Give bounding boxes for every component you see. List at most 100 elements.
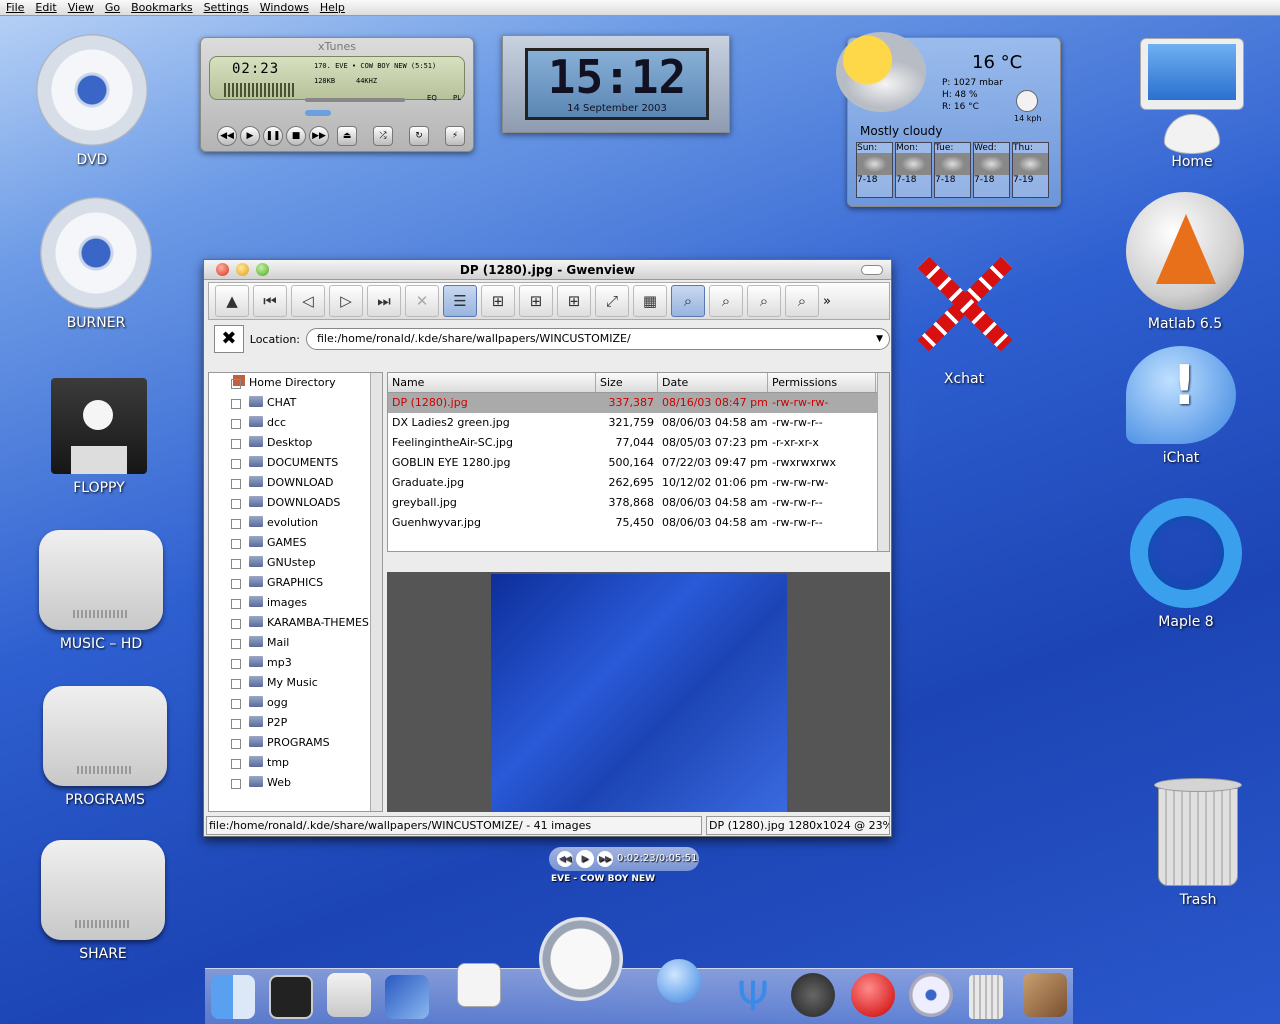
tree-item[interactable]: My Music <box>209 673 382 693</box>
desktop-icon-home[interactable]: Home <box>1122 38 1262 170</box>
previous-image-button[interactable]: ◁ <box>291 285 325 317</box>
tree-item[interactable]: tmp <box>209 753 382 773</box>
home-house-icon[interactable] <box>327 973 371 1017</box>
prev-button[interactable]: ◀◀ <box>217 126 237 146</box>
desktop-icon-xchat[interactable]: Xchat <box>894 245 1034 387</box>
itunes-icon[interactable] <box>909 973 953 1017</box>
repeat-button[interactable]: ↻ <box>409 126 429 146</box>
table-row[interactable]: greyball.jpg 378,868 08/06/03 04:58 am -rw-… <box>388 493 889 513</box>
tree-item[interactable]: Mail <box>209 633 382 653</box>
tree-item[interactable]: PROGRAMS <box>209 733 382 753</box>
volume-slider[interactable] <box>305 98 405 102</box>
opera-icon[interactable] <box>851 973 895 1017</box>
helmet-icon[interactable] <box>791 973 835 1017</box>
eq-toggle[interactable]: EQ <box>427 94 437 102</box>
small-thumbnails-button[interactable]: ⊞ <box>481 285 515 317</box>
terminal-icon[interactable] <box>269 975 313 1019</box>
play-icon[interactable]: ▶ <box>576 850 594 868</box>
menu-file[interactable]: File <box>6 1 24 14</box>
first-image-button[interactable]: ⏮ <box>253 285 287 317</box>
desktop-icon-dvd[interactable]: DVD <box>22 34 162 168</box>
table-row[interactable]: FeelingintheAir-SC.jpg 77,044 08/05/03 07:… <box>388 433 889 453</box>
desktop-icon-music-hd[interactable]: MUSIC – HD <box>31 530 171 652</box>
column-permissions[interactable]: Permissions <box>768 373 876 392</box>
tree-item[interactable]: GRAPHICS <box>209 573 382 593</box>
stop-button[interactable]: ✕ <box>405 285 439 317</box>
menu-windows[interactable]: Windows <box>260 1 309 14</box>
compass-icon[interactable] <box>539 917 623 1001</box>
chat-bubble-icon[interactable] <box>657 959 701 1003</box>
drawing-app-icon[interactable] <box>385 975 429 1019</box>
zoom-in-button[interactable]: ⌕ <box>709 285 743 317</box>
slideshow-button[interactable]: ▦ <box>633 285 667 317</box>
image-preview[interactable] <box>387 572 890 812</box>
tree-item[interactable]: P2P <box>209 713 382 733</box>
seek-slider[interactable] <box>305 110 331 116</box>
tree-item[interactable]: KARAMBA-THEMES <box>209 613 382 633</box>
tree-item[interactable]: ogg <box>209 693 382 713</box>
menu-help[interactable]: Help <box>320 1 345 14</box>
pause-button[interactable]: ❚❚ <box>263 126 283 146</box>
next-button[interactable]: ▶▶ <box>309 126 329 146</box>
location-input[interactable]: file:/home/ronald/.kde/share/wallpapers/… <box>306 328 890 350</box>
next-image-button[interactable]: ▷ <box>329 285 363 317</box>
eject-button[interactable]: ⏏ <box>337 126 357 146</box>
chevron-down-icon[interactable]: ▼ <box>876 329 883 349</box>
tree-item[interactable]: GAMES <box>209 533 382 553</box>
minimize-window-button[interactable] <box>236 263 249 276</box>
desktop-icon-share[interactable]: SHARE <box>33 840 173 962</box>
tree-item[interactable]: dcc <box>209 413 382 433</box>
zoom-window-button[interactable] <box>256 263 269 276</box>
tree-item-home[interactable]: Home Directory <box>209 373 382 393</box>
desktop-icon-trash[interactable]: Trash <box>1128 768 1268 908</box>
prev-icon[interactable]: ◀◀ <box>557 851 573 867</box>
actual-size-button[interactable]: ⌕ <box>785 285 819 317</box>
tree-item[interactable]: GNUstep <box>209 553 382 573</box>
details-view-button[interactable]: ☰ <box>443 285 477 317</box>
large-thumbnails-button[interactable]: ⊞ <box>557 285 591 317</box>
window-titlebar[interactable]: DP (1280).jpg - Gwenview <box>204 260 891 280</box>
toolbar-overflow-button[interactable]: » <box>823 294 831 309</box>
menu-view[interactable]: View <box>68 1 94 14</box>
shuffle-button[interactable]: ⤮ <box>373 126 393 146</box>
tree-item[interactable]: CHAT <box>209 393 382 413</box>
tree-item[interactable]: DOWNLOAD <box>209 473 382 493</box>
power-button[interactable]: ⚡ <box>445 126 465 146</box>
last-image-button[interactable]: ⏭ <box>367 285 401 317</box>
desktop-icon-ichat[interactable]: ! iChat <box>1111 346 1251 466</box>
table-row[interactable]: Guenhwyvar.jpg 75,450 08/06/03 04:58 am -rw… <box>388 513 889 533</box>
desktop-icon-programs[interactable]: PROGRAMS <box>35 686 175 808</box>
play-button[interactable]: ▶ <box>240 126 260 146</box>
column-size[interactable]: Size <box>596 373 658 392</box>
zoom-out-button[interactable]: ⌕ <box>747 285 781 317</box>
table-row[interactable]: DX Ladies2 green.jpg 321,759 08/06/03 04:5… <box>388 413 889 433</box>
menu-edit[interactable]: Edit <box>35 1 56 14</box>
column-date[interactable]: Date <box>658 373 768 392</box>
stop-button[interactable]: ■ <box>286 126 306 146</box>
tree-item[interactable]: Web <box>209 773 382 793</box>
go-up-button[interactable]: ▲ <box>215 285 249 317</box>
clear-location-icon[interactable]: ✖ <box>214 325 244 353</box>
desktop-icon-floppy[interactable]: FLOPPY <box>29 378 169 496</box>
tree-scrollbar[interactable] <box>370 373 382 811</box>
tree-item[interactable]: DOCUMENTS <box>209 453 382 473</box>
finder-icon[interactable] <box>211 975 255 1019</box>
toolbar-toggle-button[interactable] <box>861 265 883 275</box>
next-icon[interactable]: ▶▶ <box>597 851 613 867</box>
desktop-icon-maple[interactable]: Maple 8 <box>1116 498 1256 630</box>
dock-trash-icon[interactable] <box>969 975 1003 1019</box>
penguin-stamp-icon[interactable] <box>457 963 501 1007</box>
tree-item[interactable]: evolution <box>209 513 382 533</box>
menu-settings[interactable]: Settings <box>204 1 249 14</box>
fullscreen-button[interactable]: ⤢ <box>595 285 629 317</box>
file-list-scrollbar[interactable] <box>877 373 889 551</box>
menu-go[interactable]: Go <box>105 1 120 14</box>
table-row[interactable]: GOBLIN EYE 1280.jpg 500,164 07/22/03 09:47… <box>388 453 889 473</box>
tree-item[interactable]: DOWNLOADS <box>209 493 382 513</box>
photo-icon[interactable] <box>1023 973 1067 1017</box>
table-row[interactable]: Graduate.jpg 262,695 10/12/02 01:06 pm -rw-… <box>388 473 889 493</box>
tree-item[interactable]: images <box>209 593 382 613</box>
psi-icon[interactable]: Ψ <box>731 975 775 1019</box>
menu-bookmarks[interactable]: Bookmarks <box>131 1 192 14</box>
medium-thumbnails-button[interactable]: ⊞ <box>519 285 553 317</box>
